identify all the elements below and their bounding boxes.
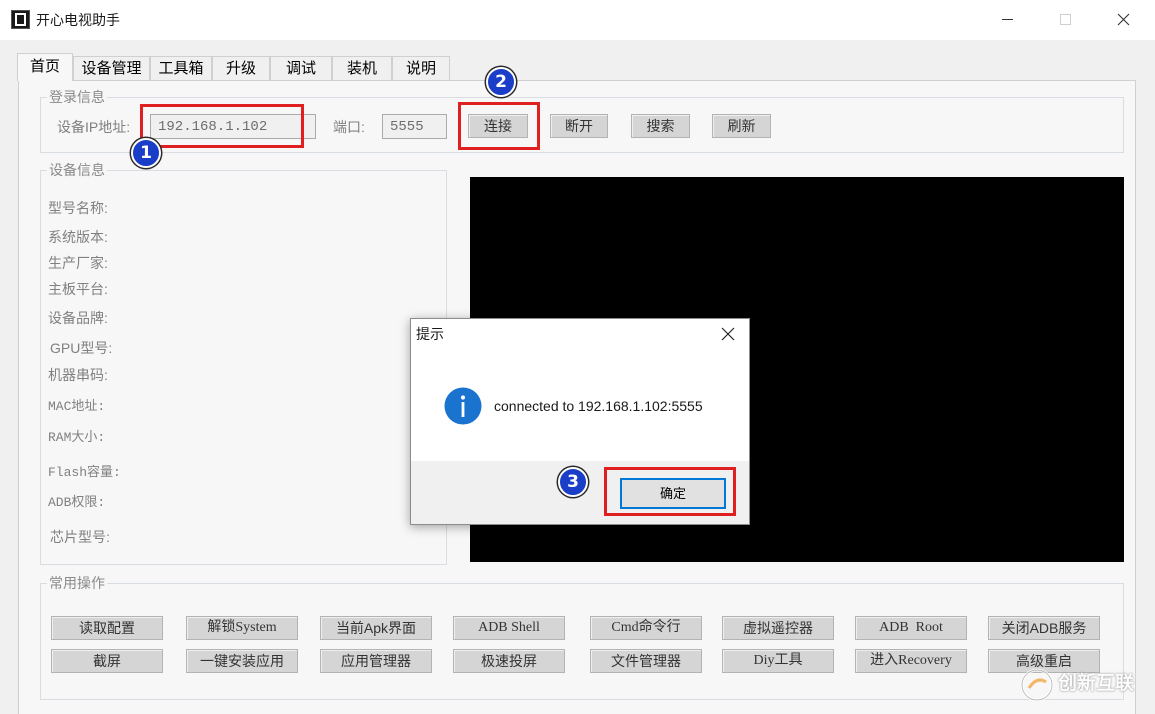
window-title: 开心电视助手	[36, 12, 120, 28]
dialog-title: 提示	[416, 326, 444, 342]
port-input[interactable]	[382, 114, 447, 139]
tab-device-management[interactable]: 设备管理	[73, 56, 150, 81]
watermark-logo-icon	[1020, 668, 1054, 702]
info-icon	[444, 387, 482, 425]
manufacturer-label: 生产厂家:	[48, 255, 108, 271]
minimize-button[interactable]	[990, 0, 1036, 40]
system-version-label: 系统版本:	[48, 229, 108, 245]
virtual-remote-button[interactable]: 虚拟遥控器	[722, 616, 834, 640]
screenshot-button[interactable]: 截屏	[51, 649, 163, 673]
diy-tools-button[interactable]: Diy工具	[722, 649, 834, 673]
dialog-close-icon[interactable]	[721, 327, 735, 341]
adb-permission-label: ADB权限:	[48, 495, 106, 510]
read-config-button[interactable]: 读取配置	[51, 616, 163, 640]
ip-label: 设备IP地址:	[57, 119, 131, 135]
close-button[interactable]	[1100, 0, 1146, 40]
minimize-icon	[1002, 19, 1013, 20]
adb-shell-button[interactable]: ADB Shell	[453, 616, 565, 640]
fast-cast-button[interactable]: 极速投屏	[453, 649, 565, 673]
highlight-box-ip	[140, 104, 304, 148]
highlight-box-ok	[604, 467, 736, 516]
app-manager-button[interactable]: 应用管理器	[320, 649, 432, 673]
device-brand-label: 设备品牌:	[48, 310, 108, 326]
dialog-message: connected to 192.168.1.102:5555	[494, 398, 703, 414]
maximize-button[interactable]	[1042, 0, 1088, 40]
title-bar: 开心电视助手	[0, 0, 1155, 40]
cmd-button[interactable]: Cmd命令行	[590, 616, 702, 640]
common-ops-group-label: 常用操作	[47, 574, 107, 592]
port-label: 端口:	[333, 119, 365, 135]
step-marker-3: 3	[558, 467, 588, 497]
watermark: 创新互联	[1058, 673, 1135, 694]
app-icon	[11, 10, 30, 29]
model-name-label: 型号名称:	[48, 200, 108, 216]
login-info-group-label: 登录信息	[47, 88, 107, 106]
device-info-group-label: 设备信息	[47, 161, 107, 179]
close-icon	[1117, 13, 1130, 26]
ram-size-label: RAM大小:	[48, 430, 106, 445]
gpu-model-label: GPU型号:	[50, 340, 113, 356]
disconnect-button[interactable]: 断开	[550, 114, 608, 138]
tab-debug[interactable]: 调试	[270, 56, 332, 81]
step-marker-1: 1	[131, 138, 161, 168]
enter-recovery-button[interactable]: 进入Recovery	[855, 649, 967, 673]
tab-help[interactable]: 说明	[392, 56, 450, 81]
flash-capacity-label: Flash容量:	[48, 465, 121, 480]
tab-install[interactable]: 装机	[332, 56, 392, 81]
file-manager-button[interactable]: 文件管理器	[590, 649, 702, 673]
highlight-box-connect	[458, 102, 540, 150]
chip-model-label: 芯片型号:	[50, 529, 110, 545]
serial-number-label: 机器串码:	[48, 367, 108, 383]
tab-toolbox[interactable]: 工具箱	[150, 56, 212, 81]
unlock-system-button[interactable]: 解锁System	[186, 616, 298, 640]
board-platform-label: 主板平台:	[48, 281, 108, 297]
tab-home[interactable]: 首页	[17, 53, 73, 81]
one-click-install-button[interactable]: 一键安装应用	[186, 649, 298, 673]
tab-upgrade[interactable]: 升级	[212, 56, 270, 81]
current-apk-screen-button[interactable]: 当前Apk界面	[320, 616, 432, 640]
stop-adb-service-button[interactable]: 关闭ADB服务	[988, 616, 1100, 640]
mac-address-label: MAC地址:	[48, 399, 106, 414]
maximize-icon	[1060, 14, 1071, 25]
common-ops-group: 常用操作	[40, 574, 1124, 700]
search-button[interactable]: 搜索	[631, 114, 690, 138]
step-marker-2: 2	[486, 67, 516, 97]
adb-root-button[interactable]: ADB Root	[855, 616, 967, 640]
refresh-button[interactable]: 刷新	[712, 114, 771, 138]
